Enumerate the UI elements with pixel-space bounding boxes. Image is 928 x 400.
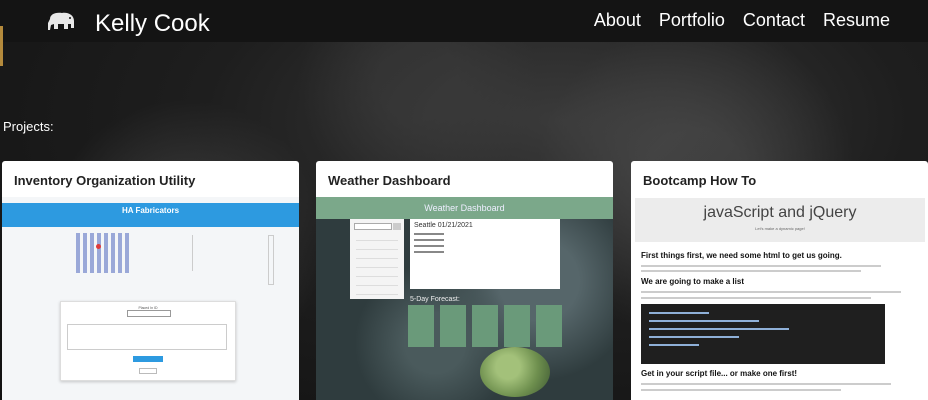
- navbar: Kelly Cook About Portfolio Contact Resum…: [0, 0, 928, 42]
- thumb-heading: We are going to make a list: [641, 277, 744, 286]
- thumb-search-input: [354, 223, 392, 230]
- thumb-forecast-day: [472, 305, 498, 347]
- nav-link-contact[interactable]: Contact: [743, 10, 805, 31]
- project-card-inventory[interactable]: Inventory Organization Utility HA Fabric…: [2, 161, 299, 400]
- project-thumbnail[interactable]: Weather Dashboard Seattle 01/21/2021 5-D…: [316, 197, 613, 400]
- thumb-current-weather: Seattle 01/21/2021: [410, 219, 560, 289]
- card-title: Inventory Organization Utility: [14, 173, 196, 188]
- thumb-forecast-day: [536, 305, 562, 347]
- thumb-forecast-day: [440, 305, 466, 347]
- project-card-bootcamp[interactable]: Bootcamp How To javaScript and jQuery Le…: [631, 161, 928, 400]
- thumb-secondary-button: [139, 368, 157, 374]
- thumb-panel: Placed In ID: [60, 301, 236, 381]
- thumb-city-item: [356, 262, 398, 268]
- thumb-leaf: [480, 347, 550, 397]
- thumb-select: [127, 310, 171, 317]
- card-title: Bootcamp How To: [643, 173, 757, 188]
- project-card-weather[interactable]: Weather Dashboard Weather Dashboard Seat…: [316, 161, 613, 400]
- thumb-city-item: [356, 280, 398, 286]
- elephant-icon[interactable]: [46, 11, 78, 33]
- thumb-forecast-day: [504, 305, 530, 347]
- thumb-code-block: [641, 304, 885, 364]
- thumb-banner: javaScript and jQuery Let's make a dynam…: [635, 198, 925, 242]
- thumb-banner-subtitle: Let's make a dynamic page!: [755, 226, 805, 231]
- projects-label: Projects:: [3, 119, 54, 134]
- thumb-city-item: [356, 289, 398, 295]
- thumb-banner: HA Fabricators: [2, 203, 299, 227]
- thumb-banner-title: javaScript and jQuery: [703, 204, 857, 221]
- thumb-city-item: [356, 253, 398, 259]
- thumb-sidebar: [350, 219, 404, 299]
- project-thumbnail[interactable]: javaScript and jQuery Let's make a dynam…: [631, 197, 928, 400]
- thumb-heading: First things first, we need some html to…: [641, 251, 842, 260]
- nav-links: About Portfolio Contact Resume: [594, 10, 890, 31]
- thumb-submit-button: [133, 356, 163, 362]
- thumb-rack-alt: [192, 235, 232, 271]
- thumb-search-button: [393, 223, 401, 230]
- thumb-city-item: [356, 244, 398, 250]
- thumb-heading: Get in your script file... or make one f…: [641, 369, 798, 378]
- thumb-forecast-label: 5-Day Forecast:: [410, 296, 460, 303]
- project-thumbnail[interactable]: HA Fabricators Placed In ID: [2, 197, 299, 400]
- thumb-details-box: [67, 324, 227, 350]
- nav-link-resume[interactable]: Resume: [823, 10, 890, 31]
- brand-name[interactable]: Kelly Cook: [95, 10, 210, 38]
- thumb-city-item: [356, 271, 398, 277]
- thumb-forecast-days: [408, 305, 562, 347]
- nav-link-about[interactable]: About: [594, 10, 641, 31]
- nav-link-portfolio[interactable]: Portfolio: [659, 10, 725, 31]
- thumb-current-title: Seattle 01/21/2021: [414, 222, 473, 229]
- thumb-header: Weather Dashboard: [316, 197, 613, 219]
- left-accent-bar: [0, 26, 3, 66]
- thumb-city-item: [356, 235, 398, 241]
- thumb-heading: HA Fabricators: [121, 206, 180, 215]
- thumb-scrollbar: [268, 235, 274, 285]
- card-title: Weather Dashboard: [328, 173, 451, 188]
- thumb-rack: [76, 233, 140, 273]
- thumb-marker: [96, 244, 101, 249]
- thumb-forecast-day: [408, 305, 434, 347]
